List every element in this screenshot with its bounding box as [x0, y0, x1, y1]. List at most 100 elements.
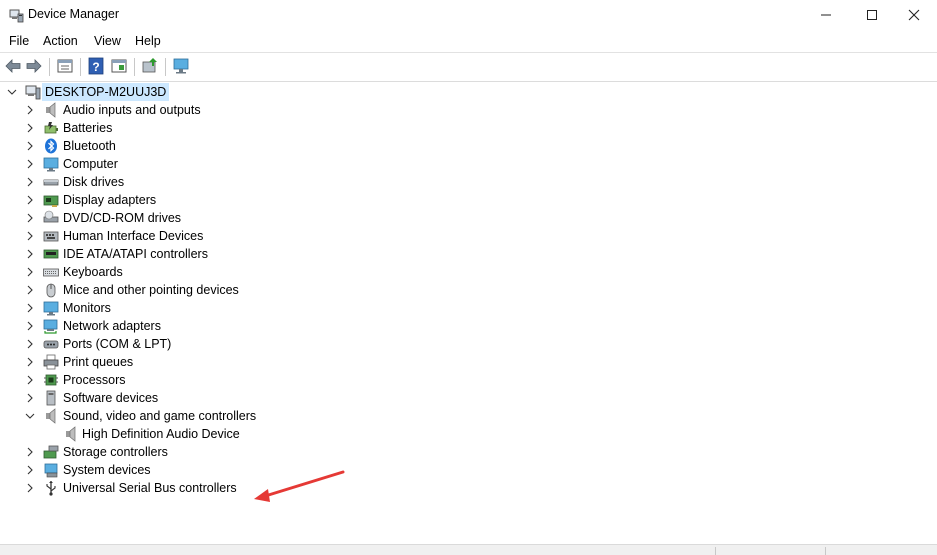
help-icon[interactable]: ?	[87, 57, 105, 75]
tree-item-label: Network adapters	[63, 319, 161, 333]
chevron-right-icon[interactable]	[24, 176, 36, 188]
chevron-right-icon[interactable]	[24, 356, 36, 368]
scan-hardware-icon[interactable]	[172, 57, 190, 75]
tree-category-bluetooth[interactable]: Bluetooth	[0, 137, 600, 155]
chevron-right-icon[interactable]	[24, 320, 36, 332]
device-tree: DESKTOP-M2UUJ3D Audio inputs and outputs B…	[0, 82, 937, 544]
update-driver-icon[interactable]	[141, 57, 159, 75]
chevron-right-icon[interactable]	[24, 482, 36, 494]
tree-item-label: Bluetooth	[63, 139, 116, 153]
tree-category-software-devices[interactable]: Software devices	[0, 389, 600, 407]
speaker-icon	[46, 102, 56, 118]
annotation-arrow	[254, 470, 345, 502]
chevron-right-icon[interactable]	[24, 302, 36, 314]
toolbar-separator	[80, 58, 81, 76]
tree-category-storage-controllers[interactable]: Storage controllers	[0, 443, 600, 461]
tree-item-label: Batteries	[63, 121, 113, 135]
tree-item-label: Monitors	[63, 301, 111, 315]
tree-category-batteries[interactable]: Batteries	[0, 119, 600, 137]
tree-item-label: Display adapters	[63, 193, 157, 207]
chevron-right-icon[interactable]	[24, 212, 36, 224]
maximize-button[interactable]	[849, 0, 895, 30]
menu-file[interactable]: File	[9, 34, 29, 48]
chevron-right-icon[interactable]	[24, 266, 36, 278]
chevron-right-icon[interactable]	[24, 122, 36, 134]
chevron-right-icon[interactable]	[24, 158, 36, 170]
tree-item-label: Print queues	[63, 355, 134, 369]
chevron-right-icon[interactable]	[24, 284, 36, 296]
port-icon	[43, 340, 59, 349]
chevron-right-icon[interactable]	[24, 230, 36, 242]
software-device-icon	[46, 390, 56, 406]
tree-category-human-interface-devices[interactable]: Human Interface Devices	[0, 227, 600, 245]
tree-category-dvd-cd-rom-drives[interactable]: DVD/CD-ROM drives	[0, 209, 600, 227]
tree-category-ide-ata-atapi-controllers[interactable]: IDE ATA/ATAPI controllers	[0, 245, 600, 263]
maximize-icon	[867, 10, 877, 20]
chevron-right-icon[interactable]	[24, 392, 36, 404]
properties-icon[interactable]	[56, 57, 74, 75]
chevron-down-icon[interactable]	[6, 86, 18, 98]
tree-category-network-adapters[interactable]: Network adapters	[0, 317, 600, 335]
chevron-right-icon[interactable]	[24, 338, 36, 350]
tree-category-mice-and-other-pointing-devices[interactable]: Mice and other pointing devices	[0, 281, 600, 299]
tree-category-display-adapters[interactable]: Display adapters	[0, 191, 600, 209]
menu-action[interactable]: Action	[43, 34, 78, 48]
tree-item-label: Mice and other pointing devices	[63, 283, 239, 297]
tree-item-label: Human Interface Devices	[63, 229, 204, 243]
tree-category-computer[interactable]: Computer	[0, 155, 600, 173]
device-manager-app-icon	[9, 9, 24, 23]
tree-category-audio-inputs-and-outputs[interactable]: Audio inputs and outputs	[0, 101, 600, 119]
toolbar: ?	[0, 52, 937, 82]
tree-category-keyboards[interactable]: Keyboards	[0, 263, 600, 281]
network-adapter-icon	[43, 319, 58, 334]
disk-drive-icon	[43, 179, 59, 186]
mouse-icon	[46, 283, 56, 298]
close-button[interactable]	[891, 0, 937, 30]
chevron-down-icon[interactable]	[24, 410, 36, 422]
chevron-right-icon[interactable]	[24, 446, 36, 458]
title-bar: Device Manager	[0, 0, 937, 30]
tree-item-label: Universal Serial Bus controllers	[63, 481, 237, 495]
toolbar-separator	[165, 58, 166, 76]
tree-item-label: Ports (COM & LPT)	[63, 337, 172, 351]
hid-icon	[43, 231, 59, 242]
chevron-right-icon[interactable]	[24, 248, 36, 260]
tree-category-sound-video-and-game-controllers[interactable]: Sound, video and game controllers	[0, 407, 600, 425]
tree-item-label: DVD/CD-ROM drives	[63, 211, 182, 225]
tree-device-high-definition-audio-device[interactable]: High Definition Audio Device	[0, 425, 600, 443]
tree-category-processors[interactable]: Processors	[0, 371, 600, 389]
tree-item-label: Processors	[63, 373, 126, 387]
show-hidden-icon[interactable]	[110, 57, 128, 75]
tree-category-print-queues[interactable]: Print queues	[0, 353, 600, 371]
tree-category-ports-com-lpt[interactable]: Ports (COM & LPT)	[0, 335, 600, 353]
speaker-icon	[46, 408, 56, 424]
tree-item-label: IDE ATA/ATAPI controllers	[63, 247, 208, 261]
tree-item-label: Software devices	[63, 391, 159, 405]
display-adapter-icon	[43, 195, 59, 207]
monitor-icon	[43, 157, 59, 172]
close-icon	[908, 9, 920, 21]
ide-controller-icon	[43, 249, 59, 259]
speaker-icon	[66, 426, 76, 442]
back-arrow-icon[interactable]	[4, 57, 22, 75]
tree-category-monitors[interactable]: Monitors	[0, 299, 600, 317]
chevron-right-icon[interactable]	[24, 140, 36, 152]
tree-category-disk-drives[interactable]: Disk drives	[0, 173, 600, 191]
menu-view[interactable]: View	[94, 34, 121, 48]
dvd-drive-icon	[43, 210, 59, 223]
minimize-button[interactable]	[803, 0, 849, 30]
printer-icon	[43, 354, 59, 370]
chevron-right-icon[interactable]	[24, 194, 36, 206]
forward-arrow-icon[interactable]	[25, 57, 43, 75]
tree-item-label: High Definition Audio Device	[82, 427, 240, 441]
chevron-right-icon[interactable]	[24, 374, 36, 386]
chevron-right-icon[interactable]	[24, 464, 36, 476]
menu-help[interactable]: Help	[135, 34, 161, 48]
toolbar-separator	[49, 58, 50, 76]
tree-item-label: Disk drives	[63, 175, 125, 189]
tree-root-computer[interactable]: DESKTOP-M2UUJ3D	[0, 83, 600, 101]
svg-text:?: ?	[92, 60, 99, 74]
tree-item-label: Storage controllers	[63, 445, 168, 459]
window-title: Device Manager	[28, 7, 120, 21]
chevron-right-icon[interactable]	[24, 104, 36, 116]
